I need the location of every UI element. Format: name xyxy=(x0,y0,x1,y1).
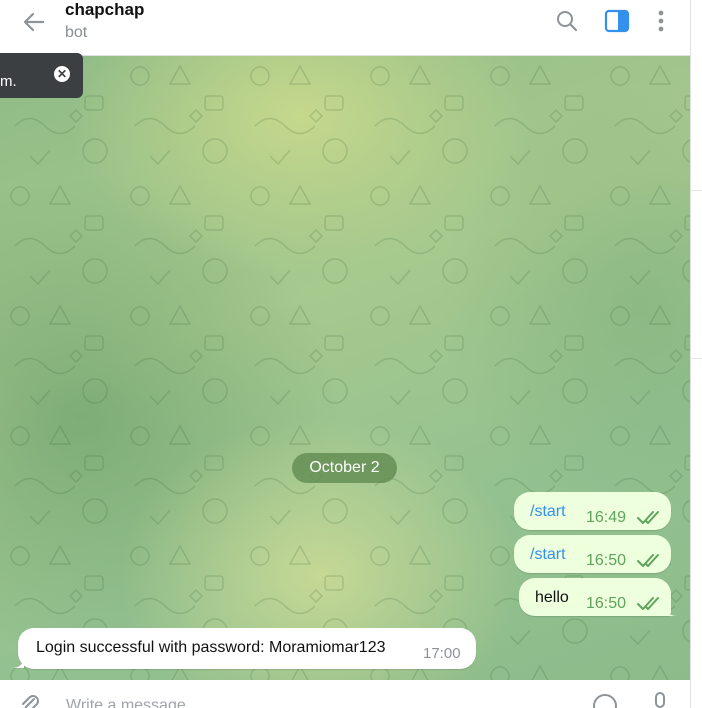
message-text: hello xyxy=(535,589,569,606)
message-command-link[interactable]: /start xyxy=(530,546,566,564)
message-time: 16:50 xyxy=(586,595,627,612)
message-time: 16:49 xyxy=(586,509,627,526)
back-button[interactable] xyxy=(18,8,50,36)
message-time: 16:50 xyxy=(586,552,627,569)
outgoing-message[interactable]: hello 16:50 xyxy=(519,578,671,616)
chat-title[interactable]: chapchap xyxy=(65,0,144,20)
toast-text: m. xyxy=(0,73,17,90)
toast-close-button[interactable]: ✕ xyxy=(54,66,70,82)
window-right-edge xyxy=(690,0,702,708)
chat-subtitle: bot xyxy=(65,24,88,41)
double-check-icon xyxy=(637,511,659,524)
attach-icon[interactable] xyxy=(18,693,42,708)
sidebar-toggle-button[interactable] xyxy=(604,8,630,34)
more-vertical-icon xyxy=(658,10,664,32)
message-command-link[interactable]: /start xyxy=(530,503,566,521)
bubble-tail xyxy=(11,659,24,668)
microphone-icon[interactable] xyxy=(650,691,670,708)
message-text: Login successful with password: Moramiom… xyxy=(36,639,386,656)
back-arrow-icon xyxy=(23,12,45,32)
message-time: 17:00 xyxy=(423,645,461,662)
emoji-icon[interactable] xyxy=(592,693,618,708)
double-check-icon xyxy=(637,597,659,610)
date-chip: October 2 xyxy=(292,453,397,483)
chat-header: chapchap bot xyxy=(0,0,690,56)
chat-area[interactable]: October 2 /start 16:49 /start 16:50 hell… xyxy=(0,56,690,680)
incoming-message[interactable]: Login successful with password: Moramiom… xyxy=(18,628,476,669)
close-icon: ✕ xyxy=(56,67,68,81)
sidebar-toggle-icon xyxy=(604,9,630,33)
message-input[interactable]: Write a message... xyxy=(66,697,199,708)
bubble-tail xyxy=(665,607,678,616)
double-check-icon xyxy=(637,554,659,567)
message-composer: Write a message... xyxy=(0,681,690,708)
search-button[interactable] xyxy=(554,8,580,34)
more-menu-button[interactable] xyxy=(648,8,674,34)
notification-toast: m. ✕ xyxy=(0,53,83,98)
outgoing-message[interactable]: /start 16:49 xyxy=(514,492,671,530)
search-icon xyxy=(557,11,578,32)
outgoing-message[interactable]: /start 16:50 xyxy=(514,535,671,573)
